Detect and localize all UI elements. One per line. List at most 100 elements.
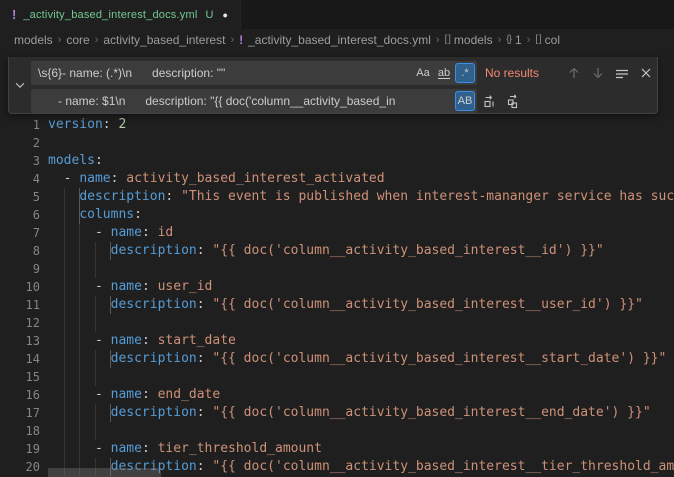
horizontal-scrollbar[interactable]	[48, 468, 161, 477]
line-number: 13	[0, 332, 40, 350]
replace-all-icon	[506, 93, 522, 109]
indent-guide	[95, 314, 96, 332]
indent-guide	[64, 368, 65, 386]
code-line[interactable]: 11 description: "{{ doc('column__activit…	[0, 296, 674, 314]
code-line[interactable]: 3 models:	[0, 152, 674, 170]
chevron-down-icon	[13, 78, 27, 92]
indent-guide	[64, 404, 65, 422]
indent-guide	[110, 296, 111, 314]
indent-guide	[95, 242, 96, 260]
indent-guide	[79, 188, 80, 206]
next-match-button[interactable]	[587, 62, 609, 84]
breadcrumb-label: _activity_based_interest_docs.yml	[248, 33, 431, 47]
indent-guide	[79, 296, 80, 314]
git-status-badge: U	[205, 9, 213, 21]
indent-guide	[79, 260, 80, 278]
code-line[interactable]: 4 - name: activity_based_interest_activa…	[0, 170, 674, 188]
breadcrumb-item[interactable]: core	[66, 33, 89, 47]
code-line[interactable]: 19 - name: tier_threshold_amount	[0, 440, 674, 458]
symbol-array-icon: [ ]	[445, 34, 450, 45]
code-line-text: description: "{{ doc('column__activity_b…	[48, 296, 674, 314]
code-line[interactable]: 7 - name: id	[0, 224, 674, 242]
indent-guide	[79, 242, 80, 260]
symbol-object-icon: {}	[506, 34, 511, 45]
line-number: 12	[0, 314, 40, 332]
breadcrumb-item[interactable]: activity_based_interest	[103, 33, 225, 47]
breadcrumb-item[interactable]: {}1	[506, 33, 521, 47]
indent-guide	[79, 422, 80, 440]
match-case-label: Aa	[416, 67, 429, 79]
code-line-text: - name: start_date	[48, 332, 674, 350]
find-input[interactable]	[31, 61, 477, 85]
code-line-text	[48, 260, 674, 278]
code-line[interactable]: 14 description: "{{ doc('column__activit…	[0, 350, 674, 368]
breadcrumb-separator-icon: ›	[527, 34, 531, 46]
code-line-text: models:	[48, 152, 674, 170]
indent-guide	[95, 350, 96, 368]
code-line-text	[48, 134, 674, 152]
line-number: 6	[0, 206, 40, 224]
code-line[interactable]: 1version: 2	[0, 116, 674, 134]
whole-word-label: ab	[438, 67, 450, 79]
breadcrumb-item[interactable]: [ ]models	[445, 33, 493, 47]
replace-icon	[482, 93, 498, 109]
line-number: 7	[0, 224, 40, 242]
replace-input[interactable]	[31, 89, 477, 113]
indent-guide	[79, 350, 80, 368]
indent-guide	[95, 404, 96, 422]
code-line[interactable]: 16 - name: end_date	[0, 386, 674, 404]
line-number: 10	[0, 278, 40, 296]
indent-guide	[64, 188, 65, 206]
indent-guide	[64, 260, 65, 278]
replace-all-button[interactable]	[503, 90, 525, 112]
line-number: 9	[0, 260, 40, 278]
replace-button[interactable]	[479, 90, 501, 112]
code-line[interactable]: 12	[0, 314, 674, 332]
regex-label: .*	[461, 67, 468, 79]
previous-match-button[interactable]	[563, 62, 585, 84]
whole-word-button[interactable]: ab	[434, 63, 454, 83]
indent-guide	[64, 440, 65, 458]
indent-guide	[110, 350, 111, 368]
indent-guide	[64, 332, 65, 350]
code-line[interactable]: 15	[0, 368, 674, 386]
modified-indicator-icon[interactable]: ●	[222, 10, 227, 20]
editor-pane[interactable]: Aa ab .* No results	[0, 50, 674, 477]
indent-guide	[110, 404, 111, 422]
breadcrumb-label: col	[545, 33, 560, 47]
yaml-file-icon: !	[12, 7, 16, 22]
breadcrumb-item[interactable]: !_activity_based_interest_docs.yml	[239, 33, 431, 47]
code-line-text: description: "{{ doc('column__activity_b…	[48, 242, 674, 260]
code-line[interactable]: 13 - name: start_date	[0, 332, 674, 350]
code-line[interactable]: 5 description: "This event is published …	[0, 188, 674, 206]
code-line[interactable]: 6 columns:	[0, 206, 674, 224]
close-button[interactable]	[635, 62, 657, 84]
find-in-selection-button[interactable]	[611, 62, 633, 84]
indent-guide	[79, 206, 80, 224]
code-line[interactable]: 9	[0, 260, 674, 278]
code-line-text: description: "This event is published wh…	[48, 188, 674, 206]
code-line[interactable]: 8 description: "{{ doc('column__activity…	[0, 242, 674, 260]
code-line[interactable]: 2	[0, 134, 674, 152]
preserve-case-button[interactable]: AB	[455, 91, 475, 111]
code-line[interactable]: 18	[0, 422, 674, 440]
code-line[interactable]: 10 - name: user_id	[0, 278, 674, 296]
line-number: 19	[0, 440, 40, 458]
code-line-text: - name: user_id	[48, 278, 674, 296]
toggle-replace-button[interactable]	[9, 57, 31, 113]
code-line-text: version: 2	[48, 116, 674, 134]
indent-guide	[79, 368, 80, 386]
match-case-button[interactable]: Aa	[413, 63, 433, 83]
breadcrumb-item[interactable]: models	[14, 33, 53, 47]
breadcrumb-separator-icon: ›	[230, 34, 234, 46]
code-line[interactable]: 17 description: "{{ doc('column__activit…	[0, 404, 674, 422]
indent-guide	[95, 260, 96, 278]
preserve-case-label: AB	[458, 95, 473, 107]
line-number: 8	[0, 242, 40, 260]
indent-guide	[95, 368, 96, 386]
regex-button[interactable]: .*	[455, 63, 475, 83]
line-number: 3	[0, 152, 40, 170]
indent-guide	[95, 422, 96, 440]
breadcrumb-item[interactable]: [ ]col	[535, 33, 560, 47]
editor-tab[interactable]: ! _activity_based_interest_docs.yml U ●	[0, 0, 241, 29]
